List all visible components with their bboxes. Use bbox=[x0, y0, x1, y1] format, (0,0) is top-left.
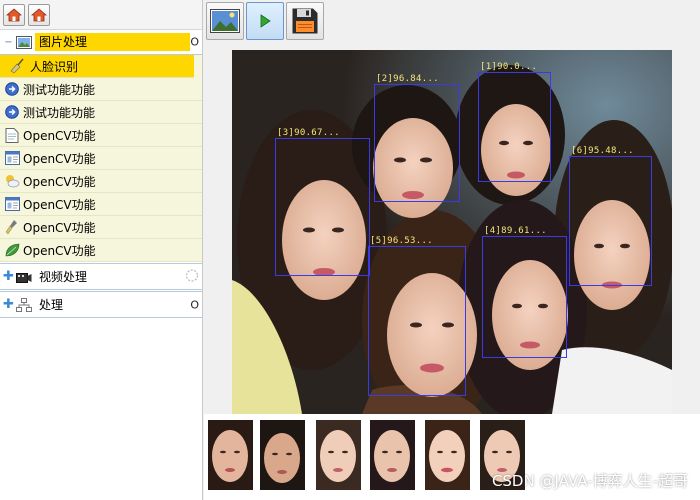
section-items: 人脸识别 测试功能功能 测试功能功能 OpenCV功能 OpenCV功能 Ope… bbox=[0, 55, 202, 262]
sidebar-item-test-function[interactable]: 测试功能功能 bbox=[0, 101, 202, 124]
home-button-secondary[interactable] bbox=[28, 3, 50, 26]
weather-cloud-icon bbox=[4, 173, 20, 189]
expand-icon[interactable]: ✚ bbox=[3, 270, 14, 283]
face-thumbnail[interactable] bbox=[260, 420, 305, 490]
face-detection-box: [5]96.53... bbox=[368, 236, 466, 396]
sidebar-item-label: OpenCV功能 bbox=[23, 151, 96, 166]
section-label: 处理 bbox=[39, 297, 64, 312]
navigation-panel: − 图片处理 O 人脸识别 测试功能功能 测试功能功能 OpenCV功能 Ope… bbox=[0, 0, 203, 500]
sidebar-item-label: OpenCV功能 bbox=[23, 220, 96, 235]
content-panel: [2]96.84... [1]90.0... [3]90.67... [6]95… bbox=[204, 0, 700, 500]
picture-icon bbox=[16, 35, 32, 49]
watermark-text: CSDN @JAVA-博弈人生-超哥 bbox=[491, 472, 688, 490]
sidebar-item-label: OpenCV功能 bbox=[23, 128, 96, 143]
sidebar-item-opencv-function[interactable]: OpenCV功能 bbox=[0, 124, 202, 147]
play-icon bbox=[260, 14, 271, 28]
face-detection-box: [3]90.67... bbox=[275, 128, 370, 276]
section-image-processing[interactable]: − 图片处理 O bbox=[0, 30, 202, 55]
face-label: [5]96.53... bbox=[370, 236, 433, 246]
face-thumbnail[interactable] bbox=[370, 420, 415, 490]
face-thumbnail[interactable] bbox=[425, 420, 470, 490]
main-toolbar bbox=[204, 0, 700, 42]
face-label: [3]90.67... bbox=[277, 128, 340, 138]
face-detection-box: [6]95.48... bbox=[569, 146, 652, 286]
save-button[interactable] bbox=[286, 2, 324, 40]
sidebar-item-label: OpenCV功能 bbox=[23, 243, 96, 258]
sidebar-item-test-function[interactable]: 测试功能功能 bbox=[0, 78, 202, 101]
section-label: 图片处理 bbox=[35, 33, 190, 51]
navigation-toolbar bbox=[0, 0, 202, 30]
open-image-button[interactable] bbox=[206, 2, 244, 40]
sidebar-item-face-recognition[interactable]: 人脸识别 bbox=[0, 55, 194, 78]
face-label: [1]90.0... bbox=[480, 62, 538, 72]
face-detection-box: [2]96.84... bbox=[374, 74, 460, 202]
circle-arrow-icon bbox=[4, 81, 20, 97]
section-end-marker: O bbox=[190, 298, 199, 311]
broom-icon bbox=[8, 58, 24, 74]
leaf-icon bbox=[4, 242, 20, 258]
face-thumbnail[interactable] bbox=[316, 420, 361, 490]
sidebar-item-label: 测试功能功能 bbox=[23, 82, 96, 97]
brush-icon bbox=[4, 219, 20, 235]
section-processing[interactable]: ✚ 处理 O bbox=[0, 292, 202, 318]
home-button[interactable] bbox=[3, 3, 25, 26]
window-tile-icon bbox=[4, 196, 20, 212]
sidebar-item-label: 测试功能功能 bbox=[23, 105, 96, 120]
face-label: [6]95.48... bbox=[571, 146, 634, 156]
loading-spinner-icon bbox=[185, 268, 199, 285]
sidebar-item-opencv-function[interactable]: OpenCV功能 bbox=[0, 216, 202, 239]
circle-arrow-icon bbox=[4, 104, 20, 120]
collapse-icon[interactable]: − bbox=[4, 37, 13, 47]
sidebar-item-label: OpenCV功能 bbox=[23, 197, 96, 212]
sidebar-item-opencv-function[interactable]: OpenCV功能 bbox=[0, 147, 202, 170]
home-icon bbox=[6, 7, 22, 21]
network-icon bbox=[16, 297, 32, 312]
face-thumbnail[interactable] bbox=[208, 420, 253, 490]
home-icon bbox=[31, 7, 47, 21]
expand-icon[interactable]: ✚ bbox=[3, 298, 14, 311]
section-end-marker: O bbox=[190, 35, 199, 49]
sidebar-item-opencv-function[interactable]: OpenCV功能 bbox=[0, 193, 202, 216]
film-icon bbox=[16, 270, 32, 284]
section-label: 视频处理 bbox=[39, 269, 88, 284]
section-video-processing[interactable]: ✚ 视频处理 bbox=[0, 264, 202, 290]
run-button[interactable] bbox=[246, 2, 284, 40]
window-tile-icon bbox=[4, 150, 20, 166]
sidebar-item-label: 人脸识别 bbox=[30, 59, 79, 74]
floppy-disk-icon bbox=[292, 8, 318, 34]
document-icon bbox=[4, 127, 20, 143]
sidebar-item-label: OpenCV功能 bbox=[23, 174, 96, 189]
face-label: [2]96.84... bbox=[376, 74, 439, 84]
face-label: [4]89.61... bbox=[484, 226, 547, 236]
face-thumbnail-strip: CSDN @JAVA-博弈人生-超哥 bbox=[204, 414, 700, 500]
photo-canvas: [2]96.84... [1]90.0... [3]90.67... [6]95… bbox=[232, 50, 672, 414]
face-detection-box: [1]90.0... bbox=[478, 62, 551, 182]
sidebar-item-opencv-function[interactable]: OpenCV功能 bbox=[0, 170, 202, 193]
landscape-image-icon bbox=[210, 9, 240, 33]
sidebar-item-opencv-function[interactable]: OpenCV功能 bbox=[0, 239, 202, 262]
face-detection-box: [4]89.61... bbox=[482, 226, 567, 358]
